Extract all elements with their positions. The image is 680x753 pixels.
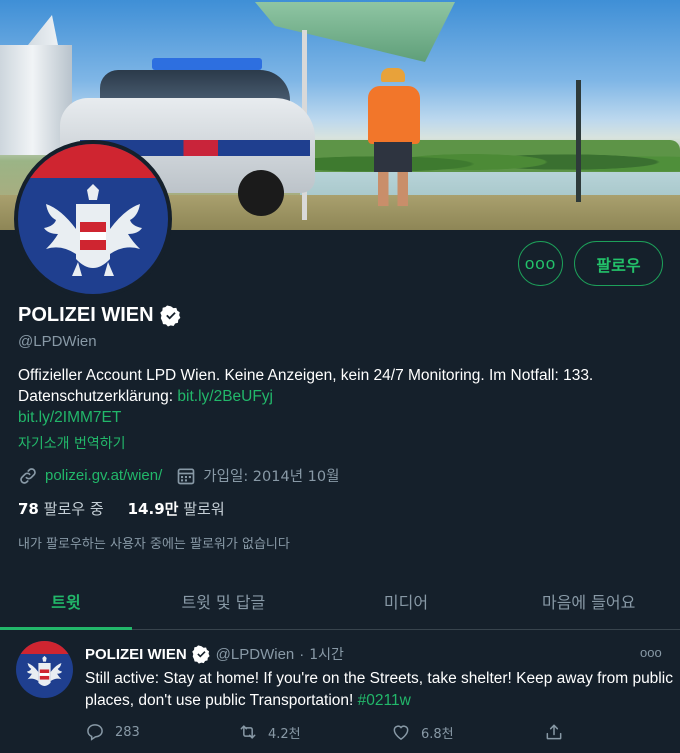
profile-bio: Offizieller Account LPD Wien. Keine Anze… [18,365,668,428]
reply-button[interactable]: 283 [85,722,238,742]
follow-stats: 78 팔로우 중 14.9만 팔로워 [18,498,225,519]
followers-stat[interactable]: 14.9만 팔로워 [128,498,225,519]
tab-tweets-replies[interactable]: 트윗 및 답글 [132,572,315,629]
eagle-crest-icon [26,655,63,687]
reply-icon [87,724,103,741]
profile-meta: polizei.gv.at/wien/ 가입일: 2014년 10월 [18,465,339,486]
profile-handle: @LPDWien [18,333,97,350]
follow-button[interactable]: 팔로우 [574,241,663,286]
followers-count: 14.9만 [127,500,179,518]
retweet-count: 4.2천 [268,726,301,742]
tweet-actions: 283 4.2천 6.8천 [85,722,680,742]
followers-label: 팔로워 [183,500,225,518]
profile-avatar[interactable] [14,140,172,298]
tab-tweets[interactable]: 트윗 [0,572,132,630]
tab-media[interactable]: 미디어 [315,572,498,629]
tweet-more-button[interactable]: ooo [640,645,662,660]
share-icon [546,724,562,740]
following-stat[interactable]: 78 팔로우 중 [18,498,104,519]
bio-link-privacy[interactable]: bit.ly/2BeUFyj [177,388,273,405]
like-button[interactable]: 6.8천 [391,722,544,742]
more-options-button[interactable]: ooo [518,241,563,286]
translate-bio-link[interactable]: 자기소개 번역하기 [18,433,126,453]
retweet-button[interactable]: 4.2천 [238,722,391,742]
retweet-icon [240,725,256,739]
followers-you-know-note: 내가 팔로우하는 사용자 중에는 팔로워가 없습니다 [18,537,290,552]
profile-website-link[interactable]: polizei.gv.at/wien/ [45,467,162,484]
display-name: POLIZEI WIEN [18,304,154,326]
bio-link-second[interactable]: bit.ly/2IMM7ET [18,409,121,426]
tweet-time[interactable]: 1시간 [309,644,344,664]
reply-count: 283 [115,724,140,740]
tweet-header: POLIZEI WIEN @LPDWien · 1시간 [85,644,344,664]
joined-date: 가입일: 2014년 10월 [203,469,340,485]
more-icon: ooo [524,253,557,273]
like-icon [393,725,409,740]
eagle-crest-icon [44,184,142,276]
profile-name-row: POLIZEI WIEN [18,304,182,327]
tweet-author-name[interactable]: POLIZEI WIEN [85,646,187,663]
tweet-avatar[interactable] [16,641,73,698]
tweet-text: Still active: Stay at home! If you're on… [85,668,675,712]
following-label: 팔로우 중 [43,500,104,518]
bio-text: Offizieller Account LPD Wien. Keine Anze… [18,367,594,405]
profile-tabs: 트윗 트윗 및 답글 미디어 마음에 들어요 [0,572,680,630]
like-count: 6.8천 [421,726,454,742]
following-count: 78 [18,500,39,518]
verified-badge-icon [191,644,210,664]
tweet-separator: · [299,645,305,663]
tweet[interactable]: POLIZEI WIEN @LPDWien · 1시간 ooo Still ac… [0,631,680,753]
tweet-hashtag[interactable]: #0211w [358,692,411,709]
tweet-author-handle[interactable]: @LPDWien [216,646,295,663]
tab-likes[interactable]: 마음에 들어요 [497,572,680,629]
calendar-icon [177,468,195,484]
link-icon [20,467,36,484]
share-button[interactable] [544,722,680,742]
verified-badge-icon [159,304,180,327]
